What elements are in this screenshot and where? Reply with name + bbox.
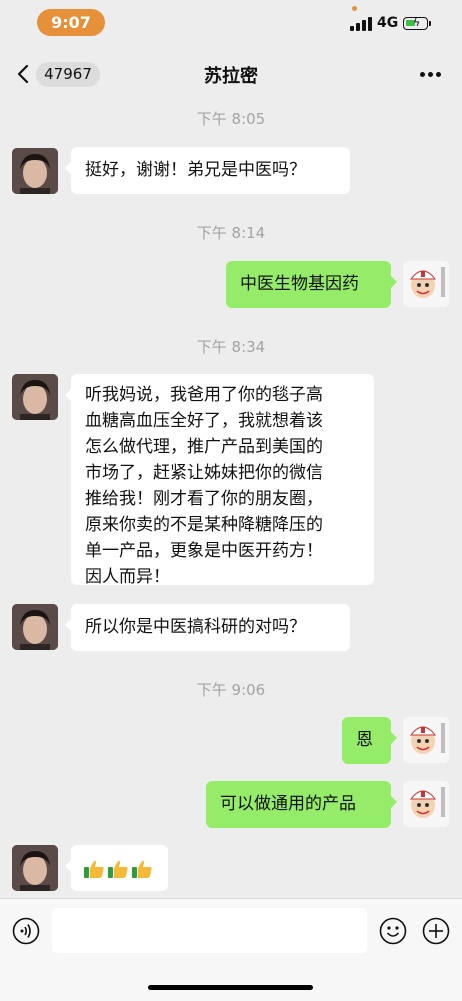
- my-avatar[interactable]: [403, 717, 449, 763]
- timestamp: 下午 8:34: [196, 338, 266, 356]
- more-dots-icon[interactable]: [416, 72, 446, 78]
- contact-avatar[interactable]: [12, 374, 58, 420]
- message-bubble-outgoing[interactable]: 中医生物基因药: [226, 261, 397, 308]
- status-time: 9:07: [37, 9, 105, 36]
- input-bar: [0, 898, 462, 1001]
- add-icon[interactable]: [422, 917, 450, 945]
- timestamp: 下午 8:14: [196, 224, 266, 242]
- nav-bar: 47967 苏拉密: [0, 50, 462, 98]
- timestamp: 下午 8:05: [196, 110, 266, 128]
- battery-icon: ϟ: [403, 16, 428, 30]
- thumbs-up-icon: [108, 860, 128, 878]
- message-text: 中医生物基因药: [240, 274, 359, 294]
- thumbs-up-icon: [132, 860, 152, 878]
- signal-icon: [350, 17, 372, 31]
- message-line: 原来你卖的不是某种降糖降压的: [85, 515, 323, 535]
- chat-title: 苏拉密: [204, 66, 258, 87]
- contact-avatar[interactable]: [12, 845, 58, 891]
- timestamp: 下午 9:06: [196, 681, 266, 699]
- message-text: 可以做通用的产品: [220, 794, 356, 814]
- voice-icon[interactable]: [12, 917, 40, 945]
- message-text: 挺好，谢谢！弟兄是中医吗？: [85, 160, 306, 180]
- message-line: 怎么做代理，推广产品到美国的: [85, 437, 323, 457]
- message-bubble-incoming[interactable]: 听我妈说，我爸用了你的毯子高 血糖高血压全好了，我就想着该 怎么做代理，推广产品…: [65, 374, 374, 587]
- message-line: 推给我！刚才看了你的朋友圈，: [85, 489, 323, 509]
- my-avatar[interactable]: [403, 781, 449, 827]
- message-line: 市场了，赶紧让姊妹把你的微信: [85, 463, 323, 483]
- message-input[interactable]: [52, 908, 367, 953]
- battery-cap: [429, 21, 431, 26]
- message-line: 听我妈说，我爸用了你的毯子高: [85, 385, 323, 405]
- message-line: 因人而异！: [85, 567, 170, 587]
- thumbs-up-icon: [84, 860, 104, 878]
- message-bubble-incoming[interactable]: [65, 845, 168, 891]
- contact-avatar[interactable]: [12, 604, 58, 650]
- message-text: 所以你是中医搞科研的对吗？: [85, 617, 306, 637]
- my-avatar[interactable]: [403, 261, 449, 307]
- home-indicator: [148, 985, 313, 990]
- status-bar: 9:07 4G ϟ: [0, 0, 462, 46]
- message-text: 恩: [356, 730, 373, 750]
- charging-icon: ϟ: [413, 16, 421, 29]
- network-label: 4G: [377, 15, 399, 31]
- message-bubble-incoming[interactable]: 挺好，谢谢！弟兄是中医吗？: [65, 147, 350, 194]
- emoji-icon[interactable]: [379, 917, 407, 945]
- message-bubble-outgoing[interactable]: 恩: [342, 717, 397, 764]
- message-line: 单一产品，更象是中医开药方！: [85, 541, 323, 561]
- message-line: 血糖高血压全好了，我就想着该: [85, 411, 323, 431]
- privacy-indicator: [352, 6, 357, 11]
- message-bubble-outgoing[interactable]: 可以做通用的产品: [206, 781, 397, 828]
- message-bubble-incoming[interactable]: 所以你是中医搞科研的对吗？: [65, 604, 350, 651]
- contact-avatar[interactable]: [12, 148, 58, 194]
